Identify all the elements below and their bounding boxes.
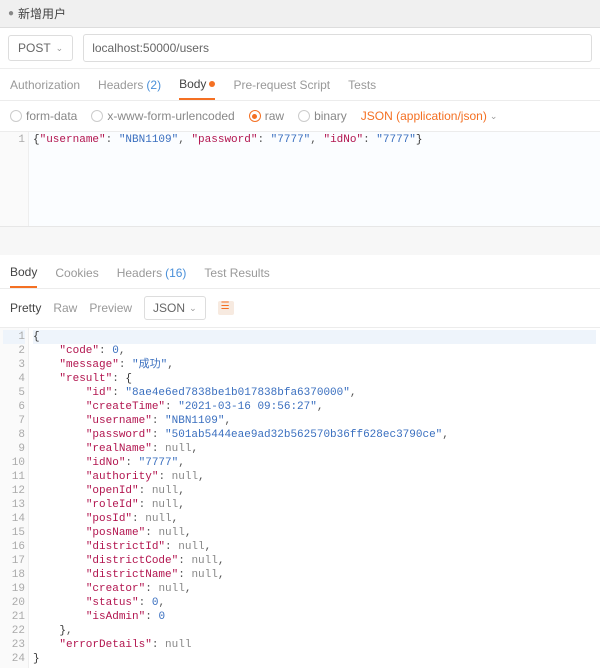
request-row: POST ⌄ localhost:50000/users (0, 28, 600, 69)
tab-title-bar: ● 新增用户 (0, 0, 600, 28)
http-method-label: POST (18, 41, 51, 55)
response-code[interactable]: { "code": 0, "message": "成功", "result": … (29, 328, 600, 668)
radio-binary[interactable]: binary (298, 109, 347, 123)
radio-xwww[interactable]: x-www-form-urlencoded (91, 109, 234, 123)
tab-resp-body[interactable]: Body (10, 265, 37, 288)
response-format-select[interactable]: JSON⌄ (144, 296, 206, 320)
tab-headers[interactable]: Headers (2) (98, 77, 161, 100)
tab-tests[interactable]: Tests (348, 77, 376, 100)
view-preview[interactable]: Preview (89, 301, 132, 315)
body-type-row: form-data x-www-form-urlencoded raw bina… (0, 101, 600, 132)
tab-body[interactable]: Body (179, 77, 215, 100)
url-input[interactable]: localhost:50000/users (83, 34, 592, 62)
response-body: 123456789101112131415161718192021222324 … (0, 328, 600, 668)
wrap-lines-button[interactable] (218, 301, 234, 315)
radio-form-data[interactable]: form-data (10, 109, 77, 123)
http-method-select[interactable]: POST ⌄ (8, 35, 73, 61)
content-type-select[interactable]: JSON (application/json)⌄ (361, 109, 498, 123)
request-tabs: Authorization Headers (2) Body Pre-reque… (0, 69, 600, 101)
tab-authorization[interactable]: Authorization (10, 77, 80, 100)
tab-resp-tests[interactable]: Test Results (204, 265, 269, 288)
tab-resp-cookies[interactable]: Cookies (55, 265, 98, 288)
chevron-down-icon: ⌄ (189, 303, 197, 314)
view-raw[interactable]: Raw (53, 301, 77, 315)
request-body-editor[interactable]: 1 {"username": "NBN1109", "password": "7… (0, 132, 600, 227)
chevron-down-icon: ⌄ (56, 43, 64, 54)
tab-resp-headers[interactable]: Headers (16) (117, 265, 187, 288)
tab-bullet: ● (8, 8, 14, 19)
view-pretty[interactable]: Pretty (10, 301, 41, 315)
dot-icon (209, 81, 215, 87)
pane-divider[interactable] (0, 227, 600, 255)
chevron-down-icon: ⌄ (490, 111, 498, 122)
tab-name[interactable]: 新增用户 (18, 5, 66, 22)
response-gutter: 123456789101112131415161718192021222324 (0, 328, 29, 668)
request-body-code[interactable]: {"username": "NBN1109", "password": "777… (29, 132, 600, 226)
radio-raw[interactable]: raw (249, 109, 284, 123)
tab-pre-request[interactable]: Pre-request Script (233, 77, 330, 100)
response-view-row: Pretty Raw Preview JSON⌄ (0, 289, 600, 328)
response-tabs: Body Cookies Headers (16) Test Results (0, 255, 600, 289)
gutter: 1 (0, 132, 29, 226)
